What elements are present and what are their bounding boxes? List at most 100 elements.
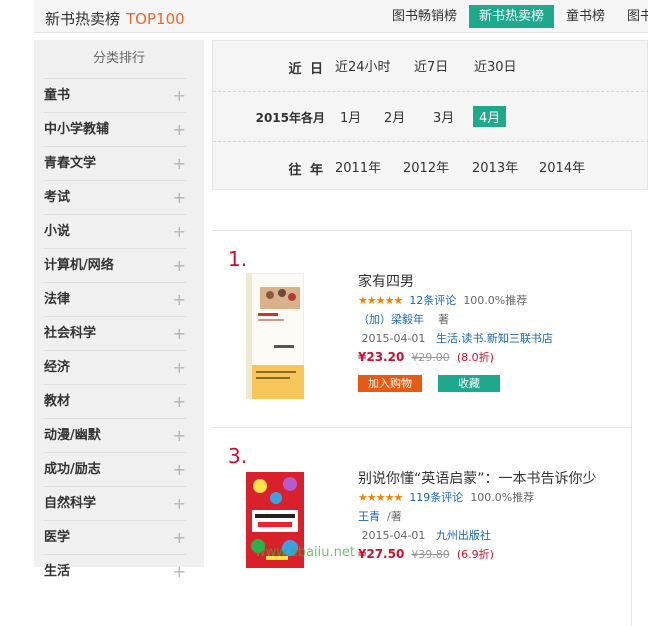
sidebar-item-medicine[interactable]: 医学 + — [44, 520, 186, 554]
sidebar-item-computer[interactable]: 计算机/网络 + — [44, 248, 186, 282]
tab-children[interactable]: 童书榜 — [556, 5, 615, 28]
top-bar: 新书热卖榜 TOP100 图书畅销榜 新书热卖榜 童书榜 图书尾品 — [34, 0, 648, 33]
filter-row-past: 往 年 2011年 2012年 2013年 2014年 — [213, 141, 648, 191]
product-name[interactable]: 家有四男 — [358, 271, 628, 291]
rank-number: 3. — [228, 444, 248, 468]
product-list: 1. 家有四男 ★★★★★ 12条评论 100.0%推荐 （加）梁毅年 著 20… — [212, 230, 648, 626]
sidebar-item-social-science[interactable]: 社会科学 + — [44, 316, 186, 350]
product-info: 别说你懂“英语启蒙”：一本书告诉你少 ★★★★★ 119条评论 100.0%推荐… — [358, 468, 628, 564]
plus-icon[interactable]: + — [173, 487, 186, 521]
page-title-accent: TOP100 — [126, 10, 185, 28]
plus-icon[interactable]: + — [173, 79, 186, 113]
plus-icon[interactable]: + — [173, 555, 186, 589]
sidebar-item-label: 青春文学 — [44, 155, 97, 171]
filter-30d[interactable]: 近30日 — [474, 56, 517, 75]
filter-apr[interactable]: 4月 — [473, 106, 507, 127]
sidebar-item-success[interactable]: 成功/励志 + — [44, 452, 186, 486]
list-item: 3. 别说你懂“英语启蒙”：一本书告诉你少 ★★★★★ 119条评论 100.0… — [212, 428, 632, 626]
sidebar-item-label: 童书 — [44, 87, 71, 103]
plus-icon[interactable]: + — [173, 147, 186, 181]
publish-line: 2015-04-01 九州出版社 — [358, 526, 628, 545]
plus-icon[interactable]: + — [173, 283, 186, 317]
period-filter-panel: 近 日 近24小时 近7日 近30日 2015年各月 1月 2月 3月 4月 往… — [212, 40, 648, 190]
review-count-link[interactable]: 119条评论 — [409, 491, 463, 504]
publish-date: 2015-04-01 — [361, 332, 426, 345]
author-link[interactable]: 王青 — [358, 510, 380, 523]
plus-icon[interactable]: + — [173, 521, 186, 555]
price-line: ¥23.20 ¥29.00 (8.0折) — [358, 348, 628, 367]
sidebar-item-label: 自然科学 — [44, 495, 97, 511]
filter-2011[interactable]: 2011年 — [335, 157, 381, 176]
plus-icon[interactable]: + — [173, 351, 186, 385]
sidebar-item-children[interactable]: 童书 + — [44, 78, 186, 112]
author-line: （加）梁毅年 著 — [358, 310, 628, 329]
publisher-link[interactable]: 生活.读书.新知三联书店 — [436, 332, 553, 345]
plus-icon[interactable]: + — [173, 181, 186, 215]
tab-tail[interactable]: 图书尾品 — [617, 5, 648, 28]
sidebar-item-label: 考试 — [44, 189, 71, 205]
price-line: ¥27.50 ¥39.80 (6.9折) — [358, 545, 628, 564]
ranking-tabs: 图书畅销榜 新书热卖榜 童书榜 图书尾品 — [382, 5, 648, 28]
tab-bestseller[interactable]: 图书畅销榜 — [382, 5, 467, 28]
sidebar-item-law[interactable]: 法律 + — [44, 282, 186, 316]
sidebar-item-label: 计算机/网络 — [44, 257, 114, 273]
sidebar-item-label: 中小学教辅 — [44, 121, 110, 137]
sidebar-item-label: 医学 — [44, 529, 71, 545]
publish-date: 2015-04-01 — [361, 529, 426, 542]
sidebar-item-exam[interactable]: 考试 + — [44, 180, 186, 214]
filter-row-recent: 近 日 近24小时 近7日 近30日 — [213, 41, 648, 91]
sidebar-item-novel[interactable]: 小说 + — [44, 214, 186, 248]
category-list: 童书 + 中小学教辅 + 青春文学 + 考试 + 小说 + 计算机/网络 + 法律 + 社会科… — [44, 78, 186, 588]
publisher-link[interactable]: 九州出版社 — [436, 529, 491, 542]
filter-2013[interactable]: 2013年 — [472, 157, 518, 176]
page-title-text: 新书热卖榜 — [45, 10, 121, 28]
author-role: 著 — [438, 313, 449, 326]
product-name[interactable]: 别说你懂“英语启蒙”：一本书告诉你少 — [358, 468, 628, 488]
recommend-rate: 100.0%推荐 — [470, 491, 535, 504]
sidebar-item-label: 动漫/幽默 — [44, 427, 101, 443]
sidebar-item-label: 社会科学 — [44, 325, 97, 341]
add-to-cart-button[interactable]: 加入购物车 — [358, 375, 422, 407]
current-price: ¥23.20 — [358, 350, 405, 364]
filter-24h[interactable]: 近24小时 — [335, 56, 391, 75]
plus-icon[interactable]: + — [173, 215, 186, 249]
plus-icon[interactable]: + — [173, 385, 186, 419]
sidebar-item-k12[interactable]: 中小学教辅 + — [44, 112, 186, 146]
filter-jan[interactable]: 1月 — [340, 107, 361, 126]
plus-icon[interactable]: + — [173, 317, 186, 351]
filter-2014[interactable]: 2014年 — [539, 157, 585, 176]
filter-7d[interactable]: 近7日 — [414, 56, 448, 75]
page-title: 新书热卖榜 TOP100 — [45, 8, 185, 29]
sidebar-item-life[interactable]: 生活 + — [44, 554, 186, 588]
filter-row-month: 2015年各月 1月 2月 3月 4月 — [213, 91, 648, 141]
author-link[interactable]: （加）梁毅年 — [358, 313, 424, 326]
favorite-button[interactable]: 收藏 — [438, 375, 500, 392]
list-item: 1. 家有四男 ★★★★★ 12条评论 100.0%推荐 （加）梁毅年 著 20… — [212, 230, 632, 428]
review-count-link[interactable]: 12条评论 — [409, 294, 456, 307]
sidebar-item-comics[interactable]: 动漫/幽默 + — [44, 418, 186, 452]
book-cover-image[interactable] — [245, 272, 305, 400]
star-rating-icon: ★★★★★ — [358, 294, 403, 307]
star-rating-icon: ★★★★★ — [358, 491, 403, 504]
author-line: 王青 /著 — [358, 507, 628, 526]
filter-mar[interactable]: 3月 — [433, 107, 454, 126]
plus-icon[interactable]: + — [173, 113, 186, 147]
action-buttons: 加入购物车 收藏 — [358, 375, 628, 407]
discount-rate: (6.9折) — [456, 548, 494, 561]
sidebar-item-youth[interactable]: 青春文学 + — [44, 146, 186, 180]
rating-line: ★★★★★ 12条评论 100.0%推荐 — [358, 291, 628, 310]
sidebar-item-label: 法律 — [44, 291, 71, 307]
sidebar-item-natural-science[interactable]: 自然科学 + — [44, 486, 186, 520]
tab-new-hot[interactable]: 新书热卖榜 — [469, 5, 555, 28]
sidebar-item-economy[interactable]: 经济 + — [44, 350, 186, 384]
plus-icon[interactable]: + — [173, 249, 186, 283]
rating-line: ★★★★★ 119条评论 100.0%推荐 — [358, 488, 628, 507]
sidebar-item-textbook[interactable]: 教材 + — [44, 384, 186, 418]
filter-feb[interactable]: 2月 — [384, 107, 405, 126]
filter-2012[interactable]: 2012年 — [403, 157, 449, 176]
category-sidebar: 分类排行 童书 + 中小学教辅 + 青春文学 + 考试 + 小说 + 计算机/网络 + 法律… — [34, 40, 204, 581]
plus-icon[interactable]: + — [173, 419, 186, 453]
plus-icon[interactable]: + — [173, 453, 186, 487]
sidebar-item-label: 生活 — [44, 563, 71, 579]
original-price: ¥29.00 — [411, 351, 450, 364]
